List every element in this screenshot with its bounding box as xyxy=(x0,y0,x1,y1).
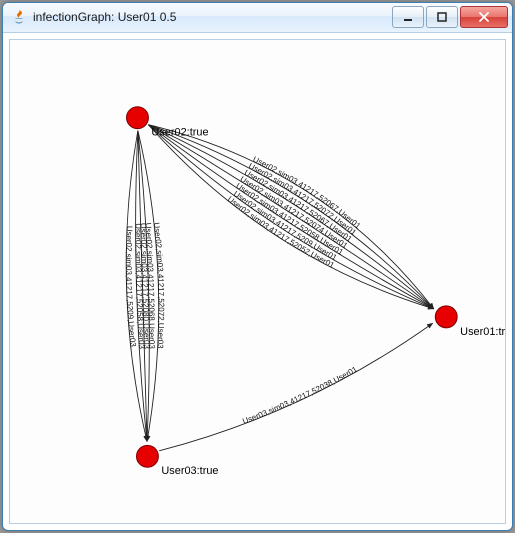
maximize-button[interactable] xyxy=(426,6,458,28)
window-title: infectionGraph: User01 0.5 xyxy=(33,10,390,24)
graph-node-label: User02:true xyxy=(151,127,208,139)
edge xyxy=(159,323,433,451)
close-button[interactable] xyxy=(460,6,508,28)
graph-node-label: User01:true xyxy=(460,326,505,338)
graph-node-label: User03:true xyxy=(161,465,218,477)
java-icon xyxy=(11,9,27,25)
titlebar[interactable]: infectionGraph: User01 0.5 xyxy=(3,3,512,33)
window-controls xyxy=(390,6,508,28)
app-window: infectionGraph: User01 0.5 User02,sim03,… xyxy=(2,2,513,531)
minimize-button[interactable] xyxy=(392,6,424,28)
graph-node[interactable] xyxy=(127,107,149,129)
edge-label: User03,sim03,41217,52038,User01 xyxy=(241,364,359,425)
graph-canvas[interactable]: User02,sim03,41217,52067,User01User02,si… xyxy=(9,39,506,524)
graph-node[interactable] xyxy=(136,445,158,467)
infection-graph: User02,sim03,41217,52067,User01User02,si… xyxy=(10,40,505,523)
graph-node[interactable] xyxy=(435,306,457,328)
